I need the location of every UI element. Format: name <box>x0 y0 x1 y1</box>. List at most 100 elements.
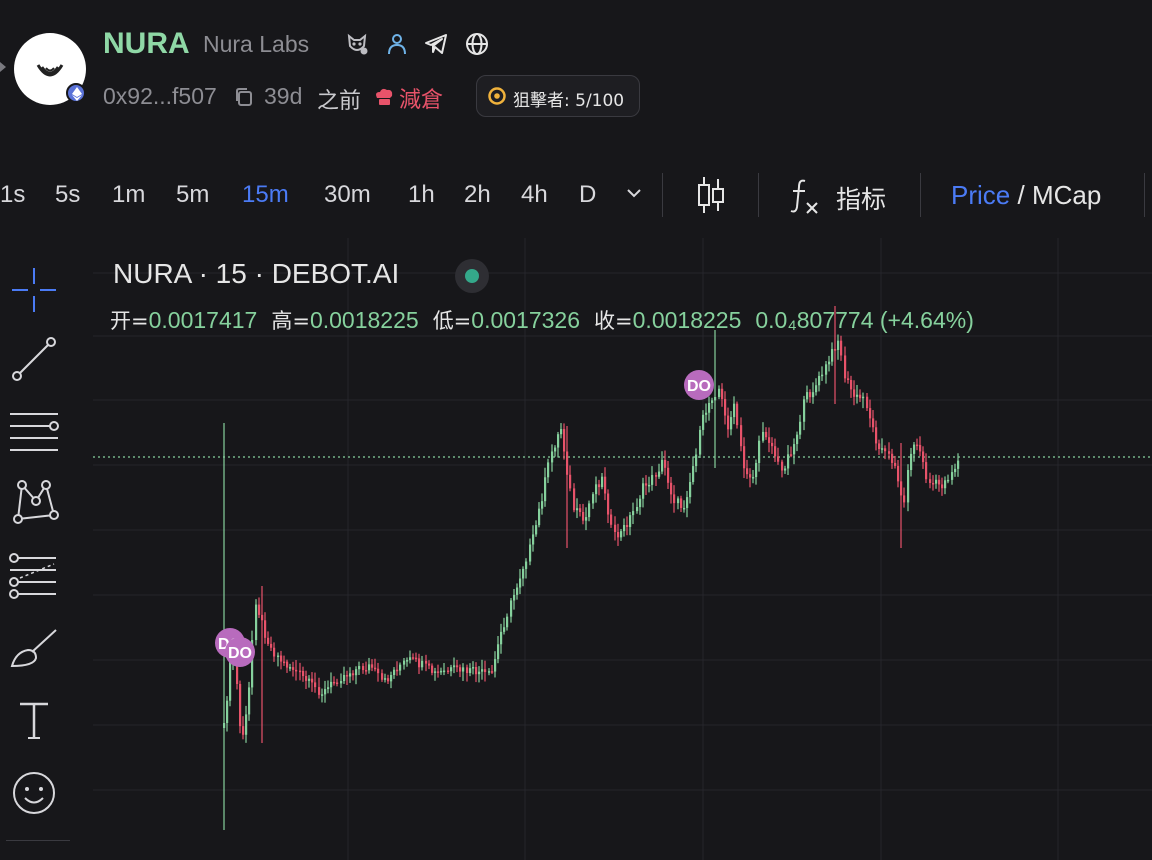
horizontal-lines-icon[interactable] <box>6 404 62 460</box>
timeframe-15m[interactable]: 15m <box>242 181 289 209</box>
candle-body <box>443 670 446 673</box>
text-tool-icon[interactable] <box>6 692 62 748</box>
candle-body <box>440 670 443 673</box>
candle-body <box>399 664 402 671</box>
candle-body <box>566 451 569 475</box>
emoji-icon[interactable] <box>6 765 62 821</box>
pattern-icon[interactable] <box>6 475 62 531</box>
timeframe-4h[interactable]: 4h <box>521 181 548 209</box>
candle-body <box>371 664 374 668</box>
candle-body <box>853 389 856 397</box>
candle-body <box>947 479 950 482</box>
trend-line-icon[interactable] <box>6 331 62 387</box>
candle-body <box>557 434 560 448</box>
candle-body <box>815 385 818 393</box>
timeframe-1s[interactable]: 1s <box>0 181 25 209</box>
candle-body <box>462 667 465 672</box>
candle-body <box>900 481 903 496</box>
fib-levels-icon[interactable] <box>6 548 62 604</box>
candle-body <box>828 361 831 365</box>
candle-body <box>333 681 336 684</box>
telegram-icon[interactable] <box>424 32 448 56</box>
candle-body <box>884 448 887 452</box>
candle-body <box>673 494 676 504</box>
candle-body <box>336 682 339 685</box>
candle-body <box>314 682 317 688</box>
candle-body <box>705 412 708 415</box>
token-age-suffix: 之前 <box>317 89 362 114</box>
candle-body <box>547 462 550 478</box>
trade-marker-label: DO <box>687 378 711 395</box>
candle-body <box>352 673 355 676</box>
chevron-down-icon[interactable] <box>624 183 644 203</box>
candlestick-icon[interactable] <box>694 175 728 215</box>
candle-body <box>573 488 576 511</box>
candle-body <box>661 459 664 472</box>
target-icon <box>487 86 507 106</box>
candle-body <box>878 443 881 450</box>
candle-body <box>330 681 333 688</box>
mcap-option[interactable]: MCap <box>1032 180 1101 210</box>
function-fx-icon[interactable] <box>789 175 821 215</box>
candle-body <box>941 484 944 489</box>
candle-body <box>954 468 957 473</box>
timeframe-30m[interactable]: 30m <box>324 181 371 209</box>
live-status-dot <box>455 259 489 293</box>
trade-markers: DODODO <box>215 370 714 667</box>
candle-body <box>418 658 421 668</box>
candle-body <box>374 667 377 670</box>
candle-body <box>223 723 226 728</box>
candle-body <box>459 667 462 672</box>
candle-body <box>453 665 456 668</box>
crosshair-icon[interactable] <box>6 262 62 318</box>
candle-body <box>658 471 661 477</box>
candle-body <box>346 675 349 677</box>
price-option[interactable]: Price <box>951 180 1010 210</box>
candle-body <box>866 396 869 409</box>
timeframe-1h[interactable]: 1h <box>408 181 435 209</box>
timeframe-5m[interactable]: 5m <box>176 181 209 209</box>
owl-icon[interactable] <box>345 32 369 56</box>
candle-body <box>888 451 891 454</box>
tools-divider <box>6 840 70 841</box>
candle-body <box>273 647 276 657</box>
globe-icon[interactable] <box>465 32 489 56</box>
candle-body <box>872 418 875 428</box>
sniper-count-badge[interactable]: 狙擊者: 5/100 <box>476 75 640 117</box>
candle-body <box>680 498 683 508</box>
candle-body <box>387 678 390 682</box>
collapse-caret-icon[interactable] <box>0 62 6 72</box>
timeframe-D[interactable]: D <box>579 181 596 209</box>
candle-body <box>544 477 547 502</box>
timeframe-5s[interactable]: 5s <box>55 181 80 209</box>
copy-icon[interactable] <box>233 86 255 108</box>
reduce-position-label: 減倉 <box>399 88 444 113</box>
candle-body <box>844 355 847 379</box>
candle-body <box>809 392 812 398</box>
candle-body <box>491 671 494 673</box>
close-label: 收= <box>594 309 633 333</box>
indicators-button[interactable]: 指标 <box>836 180 886 216</box>
price-mcap-toggle[interactable]: Price / MCap <box>951 180 1101 211</box>
timeframe-1m[interactable]: 1m <box>112 181 145 209</box>
toolbar-divider <box>1144 173 1145 217</box>
person-icon[interactable] <box>385 32 409 56</box>
candle-body <box>645 483 648 486</box>
trade-marker-do: DO <box>225 637 255 667</box>
low-value: 0.0017326 <box>471 307 581 333</box>
timeframe-2h[interactable]: 2h <box>464 181 491 209</box>
candle-body <box>771 442 774 447</box>
trade-marker-do: DO <box>684 370 714 400</box>
candle-body <box>692 466 695 483</box>
change-value: 0.0₄807774 <box>755 307 874 333</box>
price-chart[interactable]: DODODO NURA · 15 · DEBOT.AI 开=0.0017417高… <box>93 238 1152 860</box>
candle-body <box>425 660 428 664</box>
brush-icon[interactable] <box>6 622 62 678</box>
candle-body <box>327 687 330 690</box>
candle-body <box>718 388 721 397</box>
chart-title: NURA · 15 · DEBOT.AI <box>113 258 400 289</box>
candle-body <box>695 454 698 467</box>
candle-body <box>538 508 541 526</box>
candle-body <box>358 666 361 670</box>
candle-body <box>803 399 806 422</box>
